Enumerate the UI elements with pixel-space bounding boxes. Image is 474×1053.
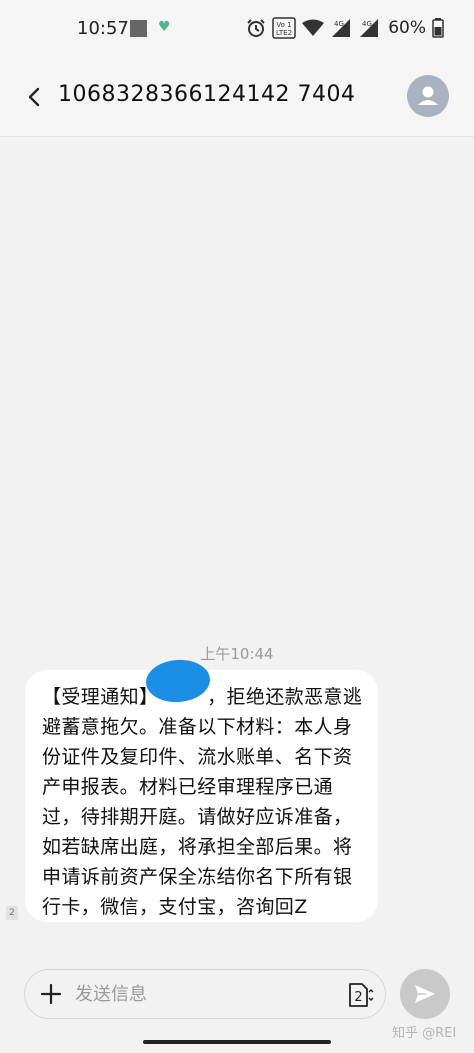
watermark: 知乎 @REI xyxy=(392,1026,457,1041)
status-time: 10:57 xyxy=(77,18,129,39)
message-input[interactable] xyxy=(75,980,345,1008)
alarm-icon xyxy=(247,19,265,37)
send-button[interactable] xyxy=(400,969,450,1019)
back-arrow-icon[interactable] xyxy=(20,82,50,112)
signal-4g-icon-2: 4G xyxy=(360,19,379,37)
volte-icon: Vo 1 LTE2 xyxy=(272,17,296,39)
notification-square-icon xyxy=(130,20,147,37)
svg-text:LTE2: LTE2 xyxy=(276,29,292,37)
sim-select-label: 2 xyxy=(354,990,362,1005)
sim-badge: 2 xyxy=(6,906,18,920)
svg-text:4G: 4G xyxy=(334,20,344,28)
svg-text:Vo 1: Vo 1 xyxy=(277,21,292,29)
message-text: 【受理通知】 ，拒绝还款恶意逃避蓄意拖欠。准备以下材料：本人身份证件及复印件、流… xyxy=(42,686,363,918)
battery-percent: 60% xyxy=(388,18,426,38)
compose-bar: 2 xyxy=(24,969,386,1019)
sim-select-icon[interactable]: 2 xyxy=(347,982,375,1008)
wifi-icon xyxy=(302,19,325,36)
contact-avatar[interactable] xyxy=(407,75,449,117)
plus-icon[interactable] xyxy=(39,982,63,1006)
home-indicator[interactable] xyxy=(143,1040,331,1044)
conversation-header: 1068328366124142 7404 xyxy=(0,58,474,137)
status-bar: 10:57 ♥ Vo 1 LTE2 4G 4G 60% xyxy=(0,0,474,58)
phone-number: 1068328366124142 7404 xyxy=(58,82,356,107)
status-icons: Vo 1 LTE2 4G 4G 60% xyxy=(246,17,444,39)
person-icon xyxy=(418,86,438,105)
battery-icon xyxy=(432,18,444,38)
message-bubble[interactable]: 【受理通知】 ，拒绝还款恶意逃避蓄意拖欠。准备以下材料：本人身份证件及复印件、流… xyxy=(25,670,378,922)
send-icon xyxy=(415,985,435,1003)
svg-text:4G: 4G xyxy=(362,20,372,28)
signal-4g-icon-1: 4G xyxy=(332,19,351,37)
heart-notification-icon: ♥ xyxy=(158,19,171,35)
message-timestamp: 上午10:44 xyxy=(200,645,274,663)
